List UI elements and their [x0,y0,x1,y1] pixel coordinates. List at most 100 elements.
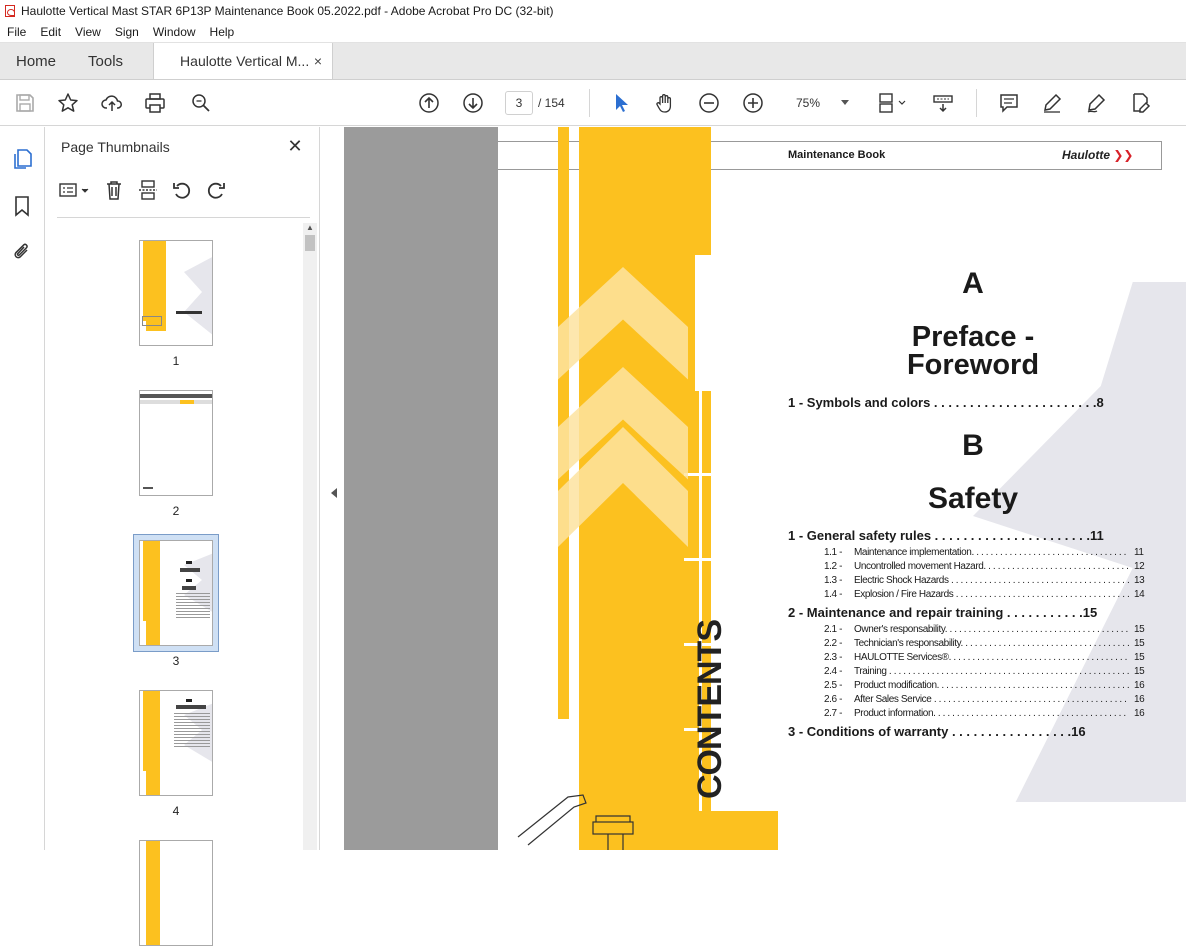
toc-subentry-text: Product modification. . . . . . . . . . … [854,680,1129,691]
tab-tools[interactable]: Tools [72,43,139,79]
panel-title: Page Thumbnails [61,139,170,155]
chevron-left-icon [331,488,337,498]
tab-close-button[interactable]: × [314,53,322,69]
fill-sign-button[interactable] [1127,90,1153,116]
print-button[interactable] [142,90,168,116]
highlight-button[interactable] [1039,90,1065,116]
toc-subentry-page: 12 [1134,561,1145,572]
menu-window[interactable]: Window [146,25,203,39]
toc-entry[interactable]: 3 - Conditions of warranty . . . . . . .… [788,724,1086,739]
document-viewer[interactable]: Maintenance Book Haulotte ❯❯ CONTENTS A [344,127,1186,850]
toc-subentry-number: 2.3 - [824,652,843,663]
menu-view[interactable]: View [68,25,108,39]
toc-entry[interactable]: 1 - Symbols and colors . . . . . . . . .… [788,395,1104,410]
yellow-block-bottom [678,811,778,850]
toc-subentry-page: 13 [1134,575,1145,586]
menu-sign[interactable]: Sign [108,25,146,39]
rotate-left-icon [173,182,191,199]
section-a-title-line-2: Foreword [906,349,1040,381]
zoom-level-value: 75% [796,96,821,110]
thumbnail-page-number: 3 [172,654,180,668]
rotate-counterclockwise-button[interactable] [169,177,195,203]
thumbnail-image [139,690,213,796]
printer-icon [145,93,165,113]
page-thumbnails-button[interactable] [10,147,34,171]
draw-button[interactable] [1083,90,1109,116]
extract-pages-button[interactable] [135,177,161,203]
toc-subentry-number: 2.2 - [824,638,843,649]
menu-help[interactable]: Help [203,25,242,39]
menu-edit[interactable]: Edit [33,25,68,39]
panel-divider [57,217,310,218]
toc-subentry-text: Training . . . . . . . . . . . . . . . .… [854,666,1129,677]
toc-subentry-text: Explosion / Fire Hazards . . . . . . . .… [854,589,1129,600]
close-panel-button[interactable]: ✕ [285,137,305,157]
toc-subentry-page: 15 [1134,638,1145,649]
thumbnail-image [139,540,213,646]
scroll-up-arrow-icon[interactable]: ▲ [306,223,314,232]
acrobat-pdf-icon [5,5,15,17]
page-total: / 154 [538,96,565,110]
save-button[interactable] [12,90,38,116]
pen-draw-icon [1087,93,1106,113]
toc-subentry-text: Owner's responsability. . . . . . . . . … [854,624,1129,635]
bookmark-star-button[interactable] [55,90,81,116]
fit-page-button[interactable] [874,90,910,116]
thumbnail-page-5[interactable] [139,840,213,946]
previous-page-button[interactable] [416,90,442,116]
cloud-upload-icon [101,95,122,111]
toolbar: 3 / 154 75% [0,80,1186,126]
toc-subentry-text: After Sales Service . . . . . . . . . . … [854,694,1129,705]
attachments-button[interactable] [10,240,34,264]
toc-entry[interactable]: 2 - Maintenance and repair training . . … [788,605,1097,620]
thumbnail-options-button[interactable] [57,177,93,203]
toc-subentry-number: 2.6 - [824,694,843,705]
next-page-button[interactable] [460,90,486,116]
arrow-up-circle-icon [419,93,439,113]
select-tool-button[interactable] [608,90,634,116]
yellow-block-top [579,127,711,255]
rotate-clockwise-button[interactable] [203,177,229,203]
logo-chevrons-icon: ❯❯ [1113,148,1134,162]
toc-subentry-number: 2.1 - [824,624,843,635]
thumbnail-page-number: 4 [172,804,180,818]
haulotte-logo-text: Haulotte [1062,148,1110,162]
toc-subentry-text: Uncontrolled movement Hazard. . . . . . … [854,561,1129,572]
find-button[interactable] [188,90,214,116]
scrollbar-thumb[interactable] [305,235,315,251]
upload-share-button[interactable] [99,90,125,116]
zoom-in-button[interactable] [740,90,766,116]
page-thumbnails-icon [14,149,32,169]
list-options-icon [59,183,89,197]
delete-pages-button[interactable] [101,177,127,203]
zoom-level-select[interactable]: 75% [787,91,857,115]
toc-entry[interactable]: 1 - General safety rules . . . . . . . .… [788,528,1104,543]
star-icon [58,93,78,112]
thumbnail-tools [57,177,229,203]
zoom-out-button[interactable] [696,90,722,116]
section-b-letter: B [962,429,984,462]
thumbnail-page-3[interactable]: 3 [139,540,213,668]
collapse-panel-handle[interactable] [320,127,344,850]
tab-home[interactable]: Home [0,43,72,79]
trash-icon [107,181,121,200]
page-number-input[interactable]: 3 [505,91,533,115]
section-b-title: Safety [927,482,1019,515]
scrolling-mode-button[interactable] [930,90,956,116]
thumbnail-image [139,390,213,496]
contents-vertical-label: CONTENTS [691,620,729,799]
thumbnail-page-1[interactable]: 1 [139,240,213,368]
comment-icon [1000,94,1018,113]
thumbnail-page-2[interactable]: 2 [139,390,213,518]
hand-tool-button[interactable] [652,90,678,116]
menu-file[interactable]: File [0,25,33,39]
thumbnails-scrollbar[interactable]: ▲ [303,223,317,850]
thumbnail-page-4[interactable]: 4 [139,690,213,818]
bookmark-icon [15,196,29,217]
navigation-rail [0,127,45,850]
bookmarks-button[interactable] [10,194,34,218]
toc-subentry-page: 15 [1134,652,1145,663]
toc-subentry-page: 16 [1134,680,1145,691]
tab-document[interactable]: Haulotte Vertical M... × [153,43,334,79]
comment-button[interactable] [996,90,1022,116]
